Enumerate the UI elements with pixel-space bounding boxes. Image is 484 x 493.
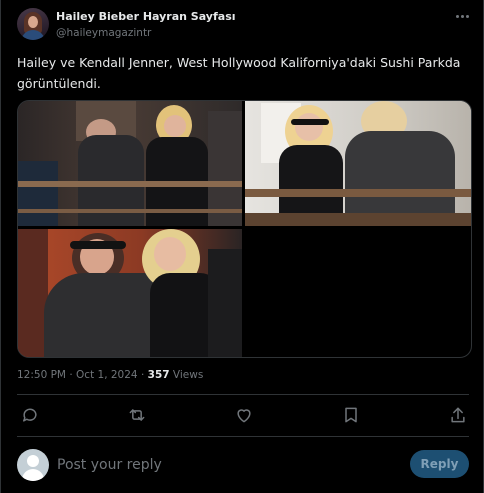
- bookmark-icon: [345, 407, 357, 423]
- more-dot: [465, 14, 469, 18]
- media-grid: [17, 100, 472, 358]
- media-photo-3[interactable]: [18, 229, 242, 357]
- views-label: Views: [172, 369, 204, 381]
- bookmark-button[interactable]: [341, 405, 361, 425]
- media-photo-1[interactable]: [18, 101, 242, 226]
- tweet-date: Oct 1, 2024: [76, 369, 138, 381]
- like-button[interactable]: [234, 405, 254, 425]
- meta-separator: ·: [69, 369, 73, 381]
- tweet-text-line: Hailey ve Kendall Jenner, West Hollywood…: [17, 55, 461, 70]
- reply-icon: [23, 408, 37, 422]
- avatar-face: [28, 16, 38, 28]
- share-button[interactable]: [448, 405, 468, 425]
- reply-input[interactable]: [57, 453, 387, 477]
- more-horizontal-icon[interactable]: [452, 8, 472, 24]
- views-count: 357: [147, 369, 170, 381]
- default-avatar-body: [22, 469, 44, 481]
- author-display-name[interactable]: Hailey Bieber Hayran Sayfası: [56, 10, 236, 23]
- media-photo-2[interactable]: [245, 101, 471, 226]
- tweet-text: Hailey ve Kendall Jenner, West Hollywood…: [17, 52, 469, 94]
- reply-submit-button[interactable]: Reply: [410, 450, 469, 478]
- share-icon: [451, 407, 465, 423]
- divider-top: [17, 394, 469, 395]
- tweet-time: 12:50 PM: [17, 369, 66, 381]
- meta-separator: ·: [140, 369, 145, 381]
- divider-bottom: [17, 436, 469, 437]
- heart-icon: [237, 409, 251, 423]
- author-avatar[interactable]: [17, 8, 49, 40]
- retweet-icon: [129, 409, 145, 421]
- author-handle[interactable]: @haileymagazintr: [56, 27, 151, 39]
- reply-bar-avatar: [17, 449, 49, 481]
- tweet-timestamp-row[interactable]: 12:50 PM · Oct 1, 2024 · 357 Views: [17, 369, 203, 381]
- tweet-text-line: görüntülendi.: [17, 76, 101, 91]
- reply-button[interactable]: [20, 405, 40, 425]
- more-dot: [460, 14, 464, 18]
- default-avatar-head: [27, 455, 39, 467]
- retweet-button[interactable]: [127, 405, 147, 425]
- more-dot: [455, 14, 459, 18]
